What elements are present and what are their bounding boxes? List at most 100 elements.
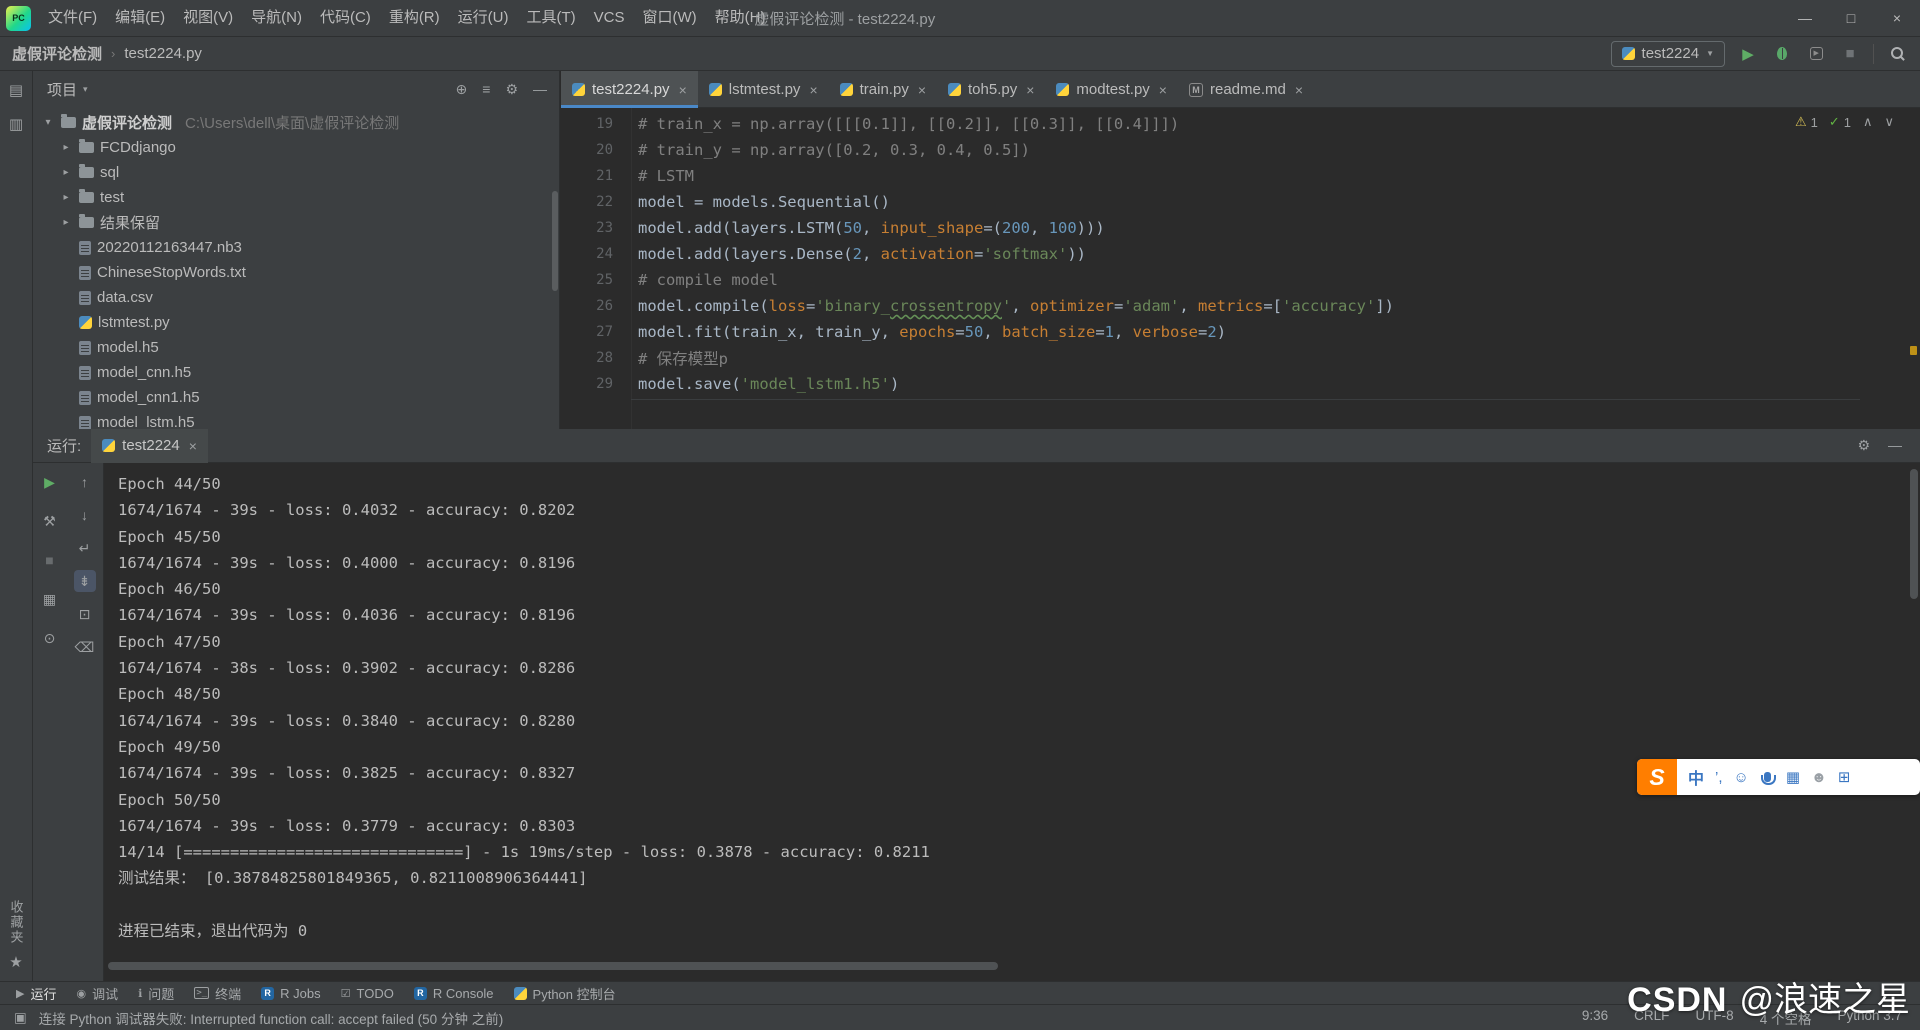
rerun-icon[interactable]: ▶ (39, 471, 61, 493)
stop-button[interactable]: ■ (1839, 43, 1861, 65)
warning-stripe-mark[interactable] (1910, 346, 1917, 355)
editor-tab[interactable]: lstmtest.py × (698, 71, 829, 108)
soft-wrap-icon[interactable]: ↵ (74, 537, 96, 559)
run-tab[interactable]: test2224 × (91, 428, 208, 463)
line-number[interactable]: 24 (561, 246, 627, 262)
line-number[interactable]: 19 (561, 116, 627, 132)
close-button[interactable]: × (1874, 0, 1920, 36)
next-problem-icon[interactable]: ∨ (1884, 114, 1894, 130)
tab-close-icon[interactable]: × (809, 82, 817, 98)
toolwindow-button[interactable]: ☑ TODO (331, 982, 404, 1005)
tree-row[interactable]: ▸ FCDdjango (33, 135, 559, 160)
status-indent[interactable]: 4 个空格 (1760, 1008, 1812, 1028)
favorites-toolwindow-button[interactable]: 收藏夹 (7, 900, 26, 945)
console-vscrollbar[interactable] (1910, 469, 1918, 599)
ime-toolbox-icon[interactable]: ⊞ (1838, 768, 1851, 786)
tab-close-icon[interactable]: × (679, 82, 687, 98)
inspection-widget[interactable]: ⚠ 1 ✓ 1 ∧ ∨ (1795, 114, 1894, 130)
menu-item[interactable]: 代码(C) (311, 0, 380, 36)
code-line[interactable]: 21 # LSTM (561, 163, 1920, 189)
run-config-selector[interactable]: test2224 ▼ (1610, 40, 1725, 67)
print-icon[interactable]: ⊡ (74, 603, 96, 625)
ime-punctuation-icon[interactable]: ’, (1715, 769, 1723, 786)
breadcrumb-project[interactable]: 虚假评论检测 (12, 43, 102, 64)
code-line[interactable]: 19 # train_x = np.array([[[0.1]], [[0.2]]… (561, 111, 1920, 137)
code-editor[interactable]: 19 # train_x = np.array([[[0.1]], [[0.2]]… (561, 108, 1920, 429)
settings-gear-icon[interactable]: ⚙ (505, 81, 518, 98)
tree-row[interactable]: ChineseStopWords.txt (33, 260, 559, 285)
breadcrumb-file[interactable]: test2224.py (124, 45, 202, 62)
line-number[interactable]: 29 (561, 376, 627, 392)
code-line[interactable]: 24 model.add(layers.Dense(2, activation='… (561, 241, 1920, 267)
debug-button[interactable] (1771, 43, 1793, 65)
menu-item[interactable]: VCS (585, 0, 634, 36)
ime-keyboard-icon[interactable]: ▦ (1786, 768, 1800, 786)
toolwindow-button[interactable]: R R Console (404, 982, 504, 1005)
menu-item[interactable]: 导航(N) (242, 0, 311, 36)
tree-row[interactable]: 20220112163447.nb3 (33, 235, 559, 260)
toolwindow-button[interactable]: R R Jobs (251, 982, 330, 1005)
tree-row[interactable]: lstmtest.py (33, 310, 559, 335)
status-encoding[interactable]: UTF-8 (1695, 1008, 1733, 1028)
wrench-icon[interactable]: ⚒ (39, 510, 61, 532)
tree-row[interactable]: model_cnn.h5 (33, 360, 559, 385)
menu-item[interactable]: 文件(F) (39, 0, 106, 36)
menu-item[interactable]: 工具(T) (517, 0, 584, 36)
coverage-button[interactable] (1805, 43, 1827, 65)
status-message[interactable]: 连接 Python 调试器失败: Interrupted function ca… (39, 1008, 503, 1028)
status-interpreter[interactable]: Python 3.7 (1837, 1008, 1902, 1028)
tab-close-icon[interactable]: × (1026, 82, 1034, 98)
editor-tab[interactable]: train.py × (829, 71, 937, 108)
status-caret-position[interactable]: 9:36 (1582, 1008, 1608, 1028)
chevron-right-icon[interactable]: ▸ (59, 142, 73, 153)
tree-row[interactable]: data.csv (33, 285, 559, 310)
editor-tab[interactable]: Mreadme.md × (1178, 71, 1314, 108)
up-stack-icon[interactable]: ↑ (74, 471, 96, 493)
editor-tab[interactable]: test2224.py × (561, 71, 698, 108)
line-number[interactable]: 25 (561, 272, 627, 288)
line-number[interactable]: 23 (561, 220, 627, 236)
code-line[interactable]: 27 model.fit(train_x, train_y, epochs=50,… (561, 319, 1920, 345)
code-line[interactable]: 29 model.save('model_lstm1.h5') (561, 371, 1920, 397)
project-panel-title[interactable]: 项目 ▾ (47, 79, 88, 100)
pin-icon[interactable]: ⊙ (39, 627, 61, 649)
menu-item[interactable]: 编辑(E) (106, 0, 174, 36)
settings-gear-icon[interactable]: ⚙ (1857, 437, 1870, 454)
run-button[interactable]: ▶ (1737, 43, 1759, 65)
console-hscrollbar[interactable] (108, 962, 998, 970)
ime-account-icon[interactable]: ☻ (1811, 769, 1827, 786)
chevron-down-icon[interactable]: ▾ (41, 117, 55, 128)
tree-row[interactable]: model.h5 (33, 335, 559, 360)
restore-layout-icon[interactable]: ▦ (39, 588, 61, 610)
code-line[interactable]: 25 # compile model (561, 267, 1920, 293)
ime-voice-icon[interactable] (1760, 772, 1776, 785)
tree-row[interactable]: ▸ sql (33, 160, 559, 185)
chevron-right-icon[interactable]: ▸ (59, 217, 73, 228)
toolwindow-switcher-icon[interactable]: ▣ (14, 1010, 27, 1026)
editor-tab[interactable]: toh5.py × (937, 71, 1045, 108)
maximize-button[interactable]: □ (1828, 0, 1874, 36)
tree-row[interactable]: model_cnn1.h5 (33, 385, 559, 410)
hide-panel-icon[interactable]: — (533, 81, 547, 98)
line-number[interactable]: 27 (561, 324, 627, 340)
chevron-right-icon[interactable]: ▸ (59, 192, 73, 203)
tree-row[interactable]: model_lstm.h5 (33, 410, 559, 429)
line-number[interactable]: 28 (561, 350, 627, 366)
toolwindow-button[interactable]: ▶ 运行 (6, 982, 66, 1005)
toolwindow-button[interactable]: ℹ 问题 (128, 982, 184, 1005)
toolwindow-button[interactable]: ◉ 调试 (66, 982, 128, 1005)
console[interactable]: Epoch 44/50 1674/1674 - 39s - loss: 0.403… (104, 463, 1920, 981)
ime-emoji-icon[interactable]: ☺ (1734, 769, 1749, 786)
locate-file-icon[interactable]: ⊕ (456, 81, 468, 98)
line-number[interactable]: 21 (561, 168, 627, 184)
hide-panel-icon[interactable]: — (1888, 437, 1902, 454)
menu-item[interactable]: 重构(R) (380, 0, 449, 36)
project-toolwindow-icon[interactable]: ▤ (9, 81, 23, 99)
search-everywhere-button[interactable] (1886, 43, 1908, 65)
tab-close-icon[interactable]: × (918, 82, 926, 98)
code-line[interactable]: 20 # train_y = np.array([0.2, 0.3, 0.4, 0… (561, 137, 1920, 163)
project-scrollbar[interactable] (552, 191, 558, 291)
menu-item[interactable]: 窗口(W) (633, 0, 705, 36)
ime-language-icon[interactable]: 中 (1688, 765, 1704, 789)
editor-error-stripe[interactable] (1907, 108, 1920, 429)
